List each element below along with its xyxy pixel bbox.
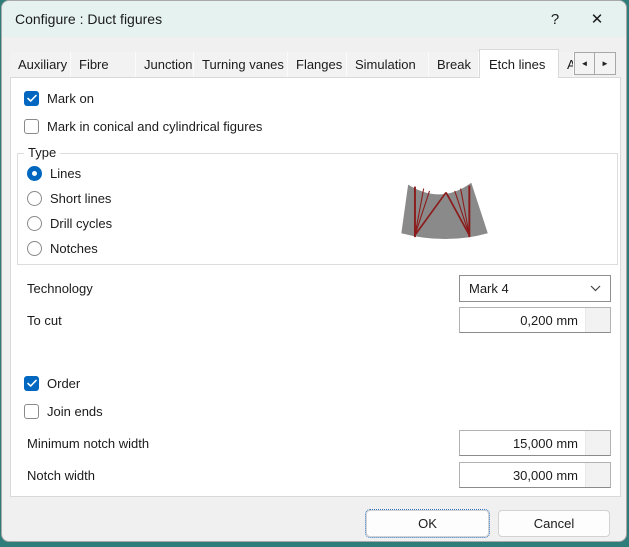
duct-figure-preview xyxy=(392,173,502,241)
radio-short-lines[interactable]: Short lines xyxy=(27,190,111,207)
spinner-zone xyxy=(585,463,610,487)
mark-conical-label: Mark in conical and cylindrical figures xyxy=(47,119,262,134)
tab-scroll-right-icon[interactable]: ► xyxy=(595,52,616,75)
cancel-button[interactable]: Cancel xyxy=(498,510,610,537)
mark-on-label: Mark on xyxy=(47,91,94,106)
tab-turning-vanes[interactable]: Turning vanes xyxy=(194,52,288,77)
to-cut-label: To cut xyxy=(27,313,62,328)
tab-junction[interactable]: Junction xyxy=(136,52,194,77)
checkbox-empty-icon xyxy=(24,404,39,419)
mark-on-checkbox[interactable]: Mark on xyxy=(24,90,94,107)
type-group-title: Type xyxy=(24,145,60,160)
technology-dropdown[interactable]: Mark 4 xyxy=(459,275,611,302)
notch-width-value: 30,000 mm xyxy=(513,463,578,487)
notch-width-input[interactable]: 30,000 mm xyxy=(459,462,611,488)
chevron-down-icon xyxy=(590,285,601,292)
minimum-notch-width-value: 15,000 mm xyxy=(513,431,578,455)
spinner-zone xyxy=(585,308,610,332)
minimum-notch-width-input[interactable]: 15,000 mm xyxy=(459,430,611,456)
checkmark-icon xyxy=(24,91,39,106)
tab-flanges[interactable]: Flanges xyxy=(288,52,347,77)
type-group-box xyxy=(17,153,618,265)
radio-lines-label: Lines xyxy=(50,166,81,181)
etch-lines-page: Mark on Mark in conical and cylindrical … xyxy=(10,77,621,497)
tab-clipped-next[interactable]: A xyxy=(559,52,574,77)
radio-empty-icon xyxy=(27,241,42,256)
checkbox-empty-icon xyxy=(24,119,39,134)
ok-button[interactable]: OK xyxy=(366,510,489,537)
tab-strip: Auxiliary Fibre Junction Turning vanes F… xyxy=(10,51,616,77)
configure-duct-figures-dialog: Configure : Duct figures ? ✕ Auxiliary F… xyxy=(1,0,627,542)
technology-value: Mark 4 xyxy=(469,281,590,296)
dialog-title: Configure : Duct figures xyxy=(2,11,534,27)
help-icon[interactable]: ? xyxy=(534,1,576,37)
radio-notches-label: Notches xyxy=(50,241,98,256)
radio-short-lines-label: Short lines xyxy=(50,191,111,206)
order-label: Order xyxy=(47,376,80,391)
technology-label: Technology xyxy=(27,281,93,296)
notch-width-label: Notch width xyxy=(27,468,95,483)
join-ends-label: Join ends xyxy=(47,404,103,419)
radio-notches[interactable]: Notches xyxy=(27,240,98,257)
tab-auxiliary[interactable]: Auxiliary xyxy=(10,52,71,77)
checkmark-icon xyxy=(24,376,39,391)
order-checkbox[interactable]: Order xyxy=(24,375,80,392)
tab-etch-lines[interactable]: Etch lines xyxy=(479,49,559,78)
tab-simulation[interactable]: Simulation xyxy=(347,52,429,77)
tab-fibre[interactable]: Fibre xyxy=(71,52,136,77)
tab-scroll-left-icon[interactable]: ◄ xyxy=(574,52,595,75)
to-cut-input[interactable]: 0,200 mm xyxy=(459,307,611,333)
to-cut-value: 0,200 mm xyxy=(520,308,578,332)
radio-empty-icon xyxy=(27,216,42,231)
tab-break[interactable]: Break xyxy=(429,52,479,77)
close-icon[interactable]: ✕ xyxy=(576,1,618,37)
radio-lines[interactable]: Lines xyxy=(27,165,81,182)
radio-drill-cycles-label: Drill cycles xyxy=(50,216,112,231)
minimum-notch-width-label: Minimum notch width xyxy=(27,436,149,451)
spinner-zone xyxy=(585,431,610,455)
title-bar: Configure : Duct figures ? ✕ xyxy=(2,1,626,37)
join-ends-checkbox[interactable]: Join ends xyxy=(24,403,103,420)
mark-conical-checkbox[interactable]: Mark in conical and cylindrical figures xyxy=(24,118,262,135)
radio-empty-icon xyxy=(27,191,42,206)
radio-drill-cycles[interactable]: Drill cycles xyxy=(27,215,112,232)
radio-selected-icon xyxy=(27,166,42,181)
